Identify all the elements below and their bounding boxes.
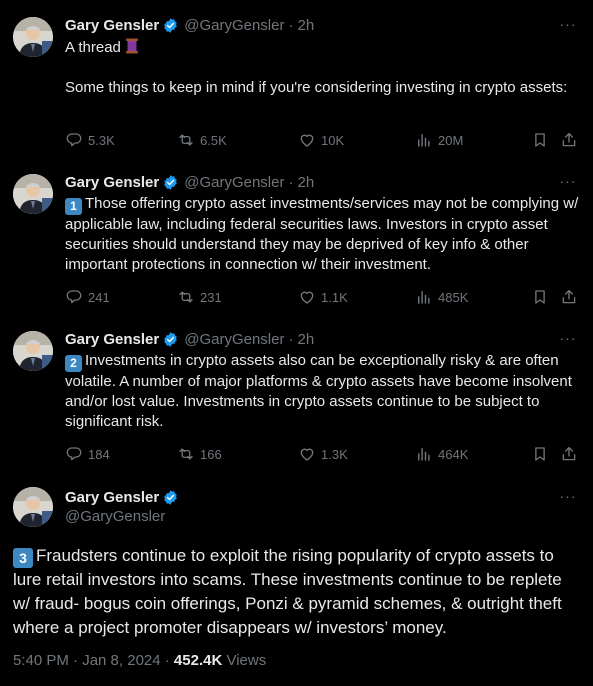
avatar[interactable] [13,17,53,57]
author-name[interactable]: Gary Gensler [65,17,159,34]
like-button[interactable]: 1.3K [298,444,348,464]
bookmark-button[interactable] [531,130,549,150]
share-button[interactable] [560,444,578,464]
avatar[interactable] [13,487,53,527]
author-name[interactable]: Gary Gensler [65,174,159,191]
author-handle[interactable]: @GaryGensler [184,174,284,191]
repost-count: 166 [200,446,222,462]
reply-count: 184 [88,446,110,462]
share-icon [562,446,576,461]
like-count: 10K [321,132,345,148]
tweet-time[interactable]: 2h [297,17,314,34]
views-button[interactable]: 20M [415,130,463,150]
tweet-text: 1 Those offering crypto asset investments… [65,194,580,275]
like-count: 1.1K [321,289,348,305]
reply-icon [66,447,82,461]
repost-icon [179,291,193,303]
heart-icon [300,291,314,304]
repost-button[interactable]: 166 [177,444,222,464]
reply-icon [66,133,82,147]
like-button[interactable]: 10K [298,130,344,150]
action-bar: 184 166 1.3K 464K [65,444,580,464]
tweet-header: Gary Gensler [65,486,179,508]
reply-button[interactable]: 5.3K [65,130,115,150]
bookmark-icon [535,290,545,304]
tweet-header: Gary Gensler @GaryGensler · 2h [65,171,314,193]
reply-count: 241 [88,289,110,305]
tweet-header: Gary Gensler @GaryGensler · 2h [65,14,314,36]
verified-badge-icon [163,174,178,190]
views-count: 464K [438,446,469,462]
separator: · [288,173,294,191]
tweet-time[interactable]: 2h [297,174,314,191]
tweet-header: Gary Gensler @GaryGensler · 2h [65,328,314,350]
tweet-body: Those offering crypto asset investments/… [65,195,579,273]
like-count: 1.3K [321,446,348,462]
share-icon [562,289,576,304]
tweet-text: A thread Some things to keep in mind if … [65,37,580,98]
more-options-icon[interactable]: ··· [558,171,578,191]
views-button[interactable]: 464K [415,444,468,464]
reply-button[interactable]: 241 [65,287,110,307]
heart-icon [300,134,314,147]
avatar[interactable] [13,331,53,371]
views-chart-icon [418,291,430,304]
keycap-number-badge: 1 [65,198,82,215]
verified-badge-icon [163,331,178,347]
views-label: Views [222,652,267,669]
share-button[interactable] [560,287,578,307]
author-handle[interactable]: @GaryGensler [184,331,284,348]
spool-of-thread-icon [125,38,138,54]
more-options-icon[interactable]: ··· [558,328,578,348]
tweet-time[interactable]: 2h [297,331,314,348]
tweet-meta: 5:40 PM · Jan 8, 2024 · 452.4K Views [13,652,266,669]
keycap-number-badge: 2 [65,355,82,372]
action-bar: 5.3K 6.5K 10K 20M [65,130,580,150]
repost-button[interactable]: 231 [177,287,222,307]
author-name[interactable]: Gary Gensler [65,331,159,348]
share-button[interactable] [560,130,578,150]
repost-button[interactable]: 6.5K [177,130,227,150]
more-options-icon[interactable]: ··· [558,486,578,506]
views-count: 452.4K [173,652,223,669]
author-name[interactable]: Gary Gensler [65,489,159,506]
bookmark-icon [535,133,545,147]
bookmark-button[interactable] [531,287,549,307]
author-handle[interactable]: @GaryGensler [65,508,165,525]
reply-count: 5.3K [88,132,115,148]
author-handle[interactable]: @GaryGensler [184,17,284,34]
heart-icon [300,448,314,461]
bookmark-icon [535,447,545,461]
action-bar: 241 231 1.1K 485K [65,287,580,307]
avatar[interactable] [13,174,53,214]
separator: · [288,330,294,348]
repost-icon [179,448,193,460]
tweet-timestamp[interactable]: 5:40 PM · Jan 8, 2024 · [13,652,174,669]
verified-badge-icon [163,489,178,505]
views-chart-icon [418,134,430,147]
keycap-number-badge: 3 [13,548,33,568]
reply-button[interactable]: 184 [65,444,110,464]
repost-count: 231 [200,289,222,305]
reply-icon [66,290,82,304]
tweet-body: Fraudsters continue to exploit the risin… [13,546,562,637]
repost-count: 6.5K [200,132,227,148]
more-options-icon[interactable]: ··· [558,14,578,34]
tweet-text-line: A thread [65,39,121,56]
tweet-text: 2 Investments in crypto assets also can b… [65,351,580,432]
views-count: 20M [438,132,464,148]
separator: · [288,16,294,34]
bookmark-button[interactable] [531,444,549,464]
repost-icon [179,134,193,146]
like-button[interactable]: 1.1K [298,287,348,307]
tweet-text-line: Some things to keep in mind if you're co… [65,79,568,96]
tweet-text: 3 Fraudsters continue to exploit the risi… [13,544,583,640]
views-button[interactable]: 485K [415,287,468,307]
views-chart-icon [418,448,430,461]
tweet-body: Investments in crypto assets also can be… [65,352,572,430]
views-count: 485K [438,289,469,305]
verified-badge-icon [163,17,178,33]
share-icon [562,132,576,147]
